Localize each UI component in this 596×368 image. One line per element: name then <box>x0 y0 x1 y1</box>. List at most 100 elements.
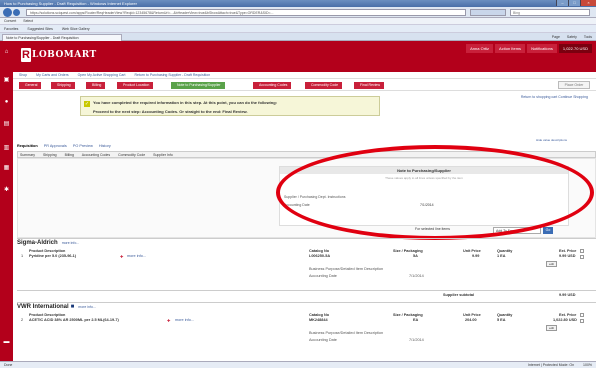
divider <box>17 238 596 239</box>
cart-total-button[interactable]: 1,022.70 USD <box>558 44 592 53</box>
item-checkbox[interactable] <box>580 319 584 323</box>
page-menu[interactable]: Page <box>552 35 560 39</box>
window-controls: – □ × <box>556 0 596 6</box>
status-text: Done <box>4 363 13 367</box>
item-more-info-link[interactable]: more info... <box>175 318 194 322</box>
tools-menu[interactable]: Tools <box>584 35 592 39</box>
requisition-tabs: Requisition PR Approvals PO Preview Hist… <box>17 144 167 150</box>
my-carts-link[interactable]: My Carts and Orders <box>36 73 68 77</box>
search-input[interactable]: Bing <box>510 9 590 16</box>
step-accounting-codes[interactable]: Accounting Codes <box>253 82 292 89</box>
orders-icon[interactable]: ● <box>3 99 10 106</box>
step-final-review[interactable]: Final Review <box>354 82 385 89</box>
hide-descriptions-link[interactable]: Hide value descriptions <box>536 138 567 142</box>
select-all-checkbox[interactable] <box>580 313 584 317</box>
reports-icon[interactable]: ▥ <box>3 145 10 152</box>
zoom-level[interactable]: 100% <box>583 363 592 367</box>
app-sidebar: ⌂ ▣ ● ▤ ▥ ▦ ✱ ▬ <box>0 41 13 361</box>
checkout-steps: General Shipping Billing Product Locatio… <box>13 79 596 91</box>
subtab-billing[interactable]: Billing <box>65 153 74 157</box>
command-menu: Convert Select <box>0 18 596 25</box>
safety-menu[interactable]: Safety <box>567 35 577 39</box>
attachment-icon[interactable]: ✚ <box>167 318 170 323</box>
help-icon[interactable]: ▬ <box>3 339 10 346</box>
flag-icon: ■ <box>70 304 75 310</box>
place-order-button[interactable]: Place Order <box>558 81 590 89</box>
shop-link[interactable]: Shop <box>19 73 27 77</box>
step-billing[interactable]: Billing <box>86 82 106 89</box>
documents-icon[interactable]: ▤ <box>3 121 10 128</box>
favorites-button[interactable]: Favorites <box>4 27 18 31</box>
back-icon[interactable] <box>3 8 12 17</box>
go-button[interactable]: Go <box>543 227 553 234</box>
maximize-button[interactable]: □ <box>568 0 580 6</box>
header-actions: Anna Ortiz Action Items Notifications 1,… <box>464 44 592 53</box>
divider <box>17 302 596 303</box>
supplier-name: Sigma-Aldrich more info... <box>17 240 80 246</box>
address-bar: https://solutions.sciquest.com/apps/Rout… <box>0 7 596 18</box>
close-button[interactable]: × <box>580 0 596 6</box>
browser-tab-strip: Note to Purchasing/Supplier - Draft Requ… <box>0 33 596 41</box>
step-commodity-code[interactable]: Commodity Code <box>305 82 343 89</box>
step-product-location[interactable]: Product Location <box>117 82 154 89</box>
notice-links[interactable]: Return to shopping cart Continue Shoppin… <box>521 95 588 99</box>
web-slice-gallery-link[interactable]: Web Slice Gallery <box>62 27 90 31</box>
action-items-button[interactable]: Action Items <box>495 44 526 53</box>
product-description: ACETIC ACID 38% AR 2500ML per 2.5 ML(64-… <box>29 318 119 322</box>
settings-icon[interactable]: ✱ <box>3 187 10 194</box>
home-icon[interactable]: ⌂ <box>3 49 10 56</box>
return-link[interactable]: Return to Purchasing Supplier - Draft Re… <box>134 73 210 77</box>
app-header: R LOBOMART Anna Ortiz Action Items Notif… <box>13 41 596 72</box>
divider <box>17 290 596 291</box>
notifications-button[interactable]: Notifications <box>527 44 557 53</box>
item-more-info-link[interactable]: more info... <box>127 254 146 258</box>
tab-po-preview[interactable]: PO Preview <box>73 144 93 148</box>
refresh-stop-buttons[interactable] <box>470 9 506 16</box>
tab-history[interactable]: History <box>99 144 111 148</box>
window-title: How to Purchasing Supplier - Draft Requi… <box>4 1 137 6</box>
product-description: Pyridine per 5.0 (235-96-1) <box>29 254 77 258</box>
subtab-commodity-code[interactable]: Commodity Code <box>118 153 145 157</box>
favorites-bar: Favorites Suggested Sites Web Slice Gall… <box>0 25 596 33</box>
suggested-sites-link[interactable]: Suggested Sites <box>27 27 53 31</box>
step-shipping[interactable]: Shipping <box>51 82 75 89</box>
step-general[interactable]: General <box>19 82 42 89</box>
approvals-icon[interactable]: ▦ <box>3 165 10 172</box>
menu-convert[interactable]: Convert <box>4 19 16 23</box>
subtab-supplier-info[interactable]: Supplier Info <box>153 153 173 157</box>
url-input[interactable]: https://solutions.sciquest.com/apps/Rout… <box>26 9 466 16</box>
browser-status-bar: Done Internet | Protected Mode: On 100% <box>0 361 596 368</box>
highlight-ellipse <box>276 145 594 240</box>
tab-pr-approvals[interactable]: PR Approvals <box>44 144 67 148</box>
cart-icon[interactable]: ▣ <box>3 77 10 84</box>
menu-select[interactable]: Select <box>23 19 33 23</box>
shop-breadcrumb: Shop My Carts and Orders Open My Active … <box>13 72 596 79</box>
select-all-checkbox[interactable] <box>580 249 584 253</box>
forward-icon[interactable] <box>13 9 20 16</box>
notice-line1: You have completed the required informat… <box>93 100 278 105</box>
user-menu[interactable]: Anna Ortiz <box>466 44 494 53</box>
minimize-button[interactable]: – <box>556 0 568 6</box>
browser-tab[interactable]: Note to Purchasing/Supplier - Draft Requ… <box>2 34 122 41</box>
browser-tools: Page Safety Tools <box>546 35 592 39</box>
supplier-name: VWR International ■ more info... <box>17 304 96 310</box>
edit-item-button[interactable]: edit <box>546 261 557 267</box>
notice-box: ✓ You have completed the required inform… <box>80 96 380 116</box>
subtab-summary[interactable]: Summary <box>20 153 35 157</box>
supplier-more-info-link[interactable]: more info... <box>62 241 80 245</box>
attachment-icon[interactable]: ✚ <box>120 254 123 259</box>
step-complete-notice: ✓ You have completed the required inform… <box>80 94 592 124</box>
open-active-cart-link[interactable]: Open My Active Shopping Cart <box>78 73 126 77</box>
edit-item-button[interactable]: edit <box>546 325 557 331</box>
tab-requisition[interactable]: Requisition <box>17 144 38 148</box>
checkmark-icon: ✓ <box>84 101 90 107</box>
supplier-more-info-link[interactable]: more info... <box>78 305 96 309</box>
subtab-shipping[interactable]: Shipping <box>43 153 57 157</box>
subtab-accounting-codes[interactable]: Accounting Codes <box>82 153 110 157</box>
notice-line2[interactable]: Proceed to the next step: Accounting Cod… <box>93 109 248 114</box>
window-title-bar: How to Purchasing Supplier - Draft Requi… <box>0 0 596 7</box>
item-checkbox[interactable] <box>580 255 584 259</box>
step-note-to-purchasing[interactable]: Note to Purchasing/Supplier <box>171 82 225 89</box>
lobomart-logo[interactable]: R LOBOMART <box>21 46 96 64</box>
security-zone: Internet | Protected Mode: On <box>528 363 575 367</box>
